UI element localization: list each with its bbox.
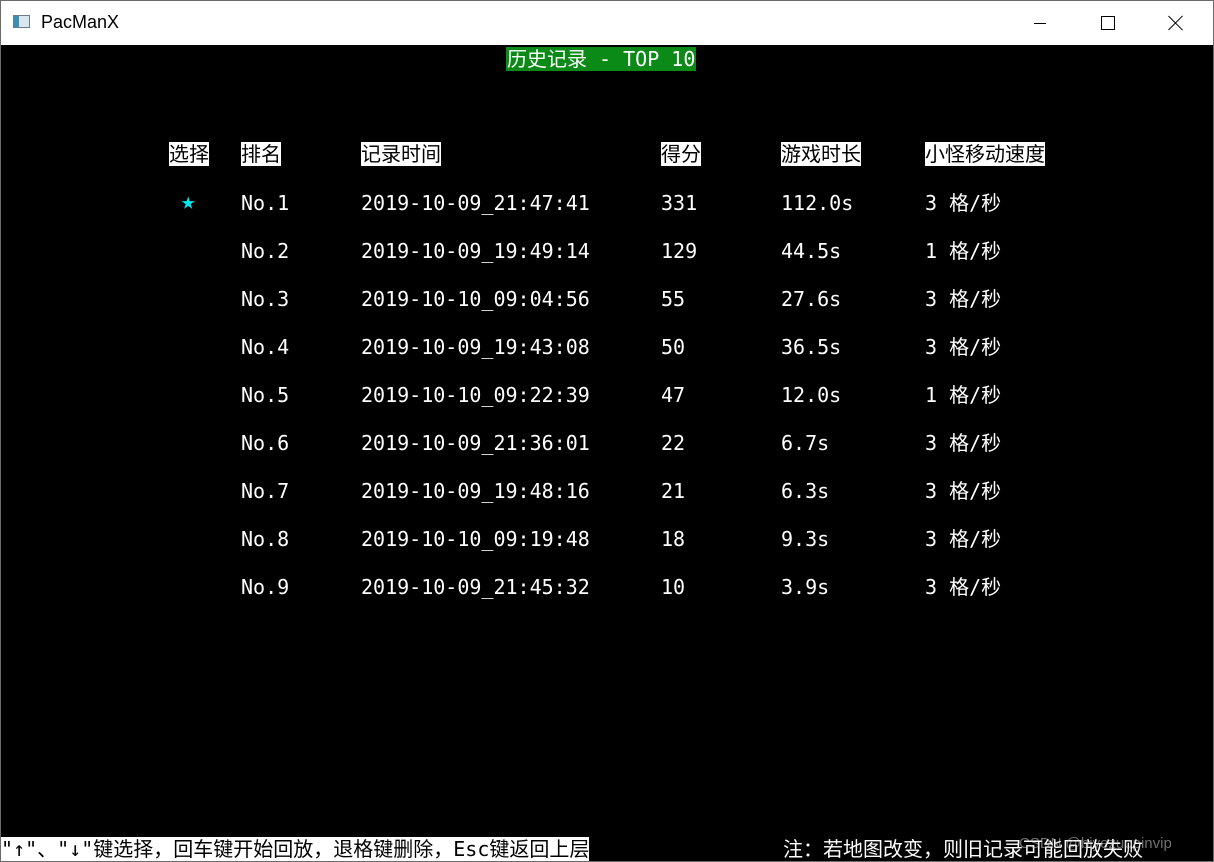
- maximize-icon: [1101, 16, 1115, 30]
- rank-cell: No.7: [241, 479, 290, 503]
- duration-cell: 112.0s: [781, 191, 854, 215]
- score-cell: 21: [661, 479, 686, 503]
- time-cell: 2019-10-09_21:47:41: [361, 191, 590, 215]
- duration-cell: 3.9s: [781, 575, 830, 599]
- rank-cell: No.4: [241, 335, 290, 359]
- speed-cell: 3 格/秒: [925, 335, 1002, 359]
- speed-cell: 1 格/秒: [925, 383, 1002, 407]
- help-text: "↑"、"↓"键选择，回车键开始回放，退格键删除，Esc键返回上层: [1, 837, 590, 861]
- rank-cell: No.8: [241, 527, 290, 551]
- column-header-time: 记录时间: [361, 142, 441, 166]
- close-icon: [1168, 15, 1184, 31]
- speed-cell: 3 格/秒: [925, 191, 1002, 215]
- score-cell: 129: [661, 239, 698, 263]
- speed-cell: 3 格/秒: [925, 431, 1002, 455]
- duration-cell: 6.3s: [781, 479, 830, 503]
- window-title: PacManX: [41, 12, 120, 32]
- duration-cell: 44.5s: [781, 239, 842, 263]
- speed-cell: 3 格/秒: [925, 575, 1002, 599]
- page-title: 历史记录 - TOP 10: [506, 47, 697, 71]
- time-cell: 2019-10-09_19:48:16: [361, 479, 590, 503]
- time-cell: 2019-10-09_19:43:08: [361, 335, 590, 359]
- app-window-icon: [13, 15, 30, 28]
- time-cell: 2019-10-10_09:04:56: [361, 287, 590, 311]
- minimize-icon: [1034, 22, 1046, 24]
- rank-cell: No.9: [241, 575, 290, 599]
- score-cell: 18: [661, 527, 686, 551]
- rank-cell: No.3: [241, 287, 290, 311]
- maximize-button[interactable]: [1085, 1, 1131, 45]
- speed-cell: 3 格/秒: [925, 287, 1002, 311]
- selection-star-icon: ★: [181, 187, 196, 215]
- score-cell: 50: [661, 335, 686, 359]
- close-button[interactable]: [1153, 1, 1199, 45]
- time-cell: 2019-10-10_09:19:48: [361, 527, 590, 551]
- duration-cell: 36.5s: [781, 335, 842, 359]
- speed-cell: 1 格/秒: [925, 239, 1002, 263]
- time-cell: 2019-10-09_21:36:01: [361, 431, 590, 455]
- speed-cell: 3 格/秒: [925, 479, 1002, 503]
- duration-cell: 6.7s: [781, 431, 830, 455]
- time-cell: 2019-10-09_21:45:32: [361, 575, 590, 599]
- column-header-speed: 小怪移动速度: [925, 142, 1045, 166]
- time-cell: 2019-10-09_19:49:14: [361, 239, 590, 263]
- rank-cell: No.2: [241, 239, 290, 263]
- score-cell: 55: [661, 287, 686, 311]
- minimize-button[interactable]: [1017, 1, 1063, 45]
- score-cell: 22: [661, 431, 686, 455]
- duration-cell: 27.6s: [781, 287, 842, 311]
- score-cell: 47: [661, 383, 686, 407]
- speed-cell: 3 格/秒: [925, 527, 1002, 551]
- duration-cell: 9.3s: [781, 527, 830, 551]
- console-screen: 历史记录 - TOP 10 选择 排名 记录时间 得分 游戏时长 小怪移动速度 …: [1, 45, 1213, 861]
- column-header-score: 得分: [661, 142, 701, 166]
- rank-cell: No.1: [241, 191, 290, 215]
- column-header-select: 选择: [169, 142, 209, 166]
- rank-cell: No.5: [241, 383, 290, 407]
- app-window: PacManX 历史记录 - TOP 10 选择 排名 记录时间 得分 游戏时长…: [0, 0, 1214, 862]
- column-header-duration: 游戏时长: [781, 142, 861, 166]
- rank-cell: No.6: [241, 431, 290, 455]
- score-cell: 331: [661, 191, 698, 215]
- duration-cell: 12.0s: [781, 383, 842, 407]
- score-cell: 10: [661, 575, 686, 599]
- watermark: CSDN @biyezuopinvip: [1019, 835, 1172, 852]
- time-cell: 2019-10-10_09:22:39: [361, 383, 590, 407]
- title-bar[interactable]: PacManX: [1, 1, 1213, 45]
- column-header-rank: 排名: [241, 142, 281, 166]
